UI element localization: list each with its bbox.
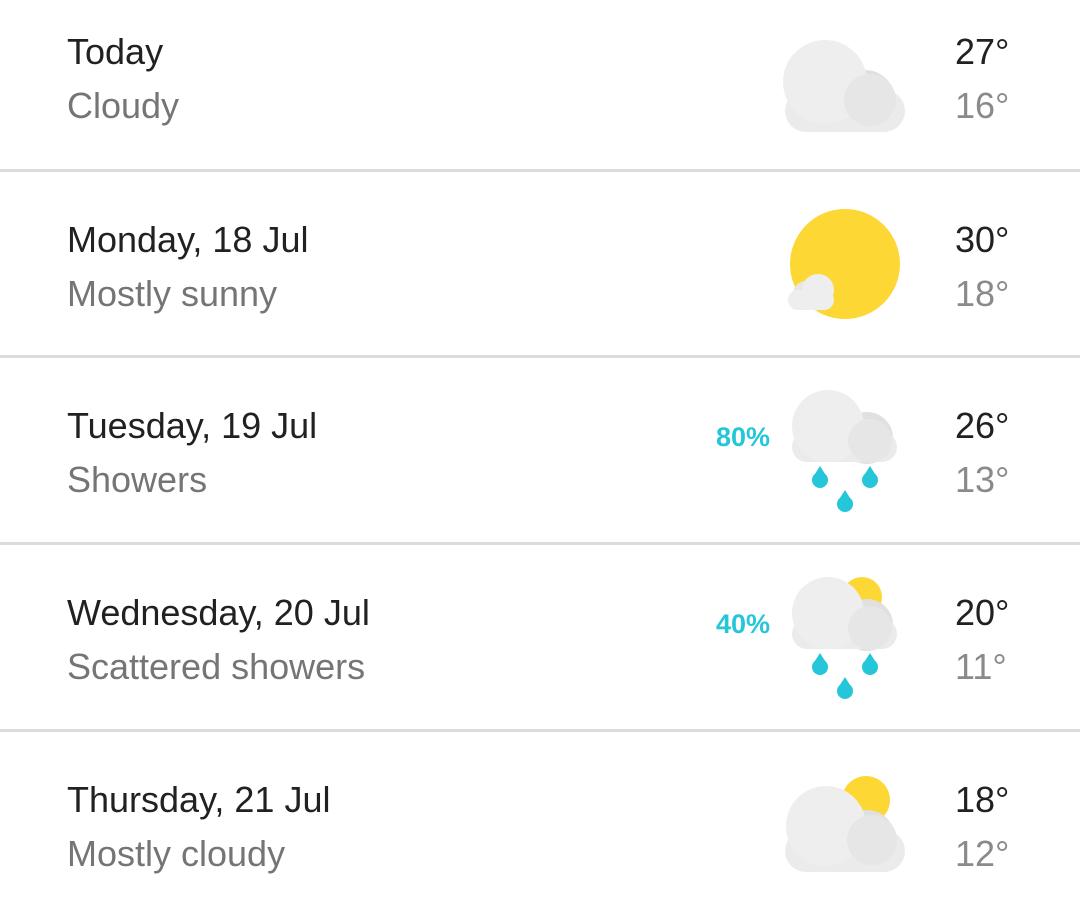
precipitation-chance: 40% [716,609,771,639]
cloudy-icon [783,40,905,132]
forecast-day: Monday, 18 Jul [67,219,309,260]
forecast-day: Tuesday, 19 Jul [67,405,318,446]
forecast-high: 18° [955,779,1010,820]
forecast-high: 27° [955,31,1010,72]
forecast-condition: Mostly cloudy [67,833,286,874]
forecast-row-today[interactable]: Today Cloudy 27° 16° [0,0,1080,184]
scattered-showers-icon [792,577,897,699]
forecast-condition: Scattered showers [67,646,366,687]
forecast-high: 30° [955,219,1010,260]
forecast-condition: Cloudy [67,85,180,126]
forecast-low: 16° [955,85,1010,126]
mostly-cloudy-icon [785,776,905,872]
precipitation-chance: 80% [716,422,771,452]
forecast-day: Wednesday, 20 Jul [67,592,370,633]
forecast-low: 11° [955,646,1007,687]
forecast-row-wednesday[interactable]: Wednesday, 20 Jul Scattered showers 40% … [0,545,1080,729]
forecast-low: 12° [955,833,1010,874]
forecast-row-thursday[interactable]: Thursday, 21 Jul Mostly cloudy 18° 12° [0,732,1080,916]
forecast-condition: Showers [67,459,208,500]
forecast-day: Thursday, 21 Jul [67,779,331,820]
forecast-low: 13° [955,459,1010,500]
forecast-high: 26° [955,405,1010,446]
forecast-row-monday[interactable]: Monday, 18 Jul Mostly sunny 30° 18° [0,172,1080,356]
daily-forecast-list: Today Cloudy 27° 16° Monday, 18 Jul Most… [0,0,1080,911]
forecast-high: 20° [955,592,1010,633]
forecast-condition: Mostly sunny [67,273,278,314]
mostly-sunny-icon [788,209,900,319]
forecast-low: 18° [955,273,1010,314]
forecast-day: Today [67,31,164,72]
showers-icon [792,390,897,512]
forecast-row-tuesday[interactable]: Tuesday, 19 Jul Showers 80% 26° 13° [0,358,1080,542]
